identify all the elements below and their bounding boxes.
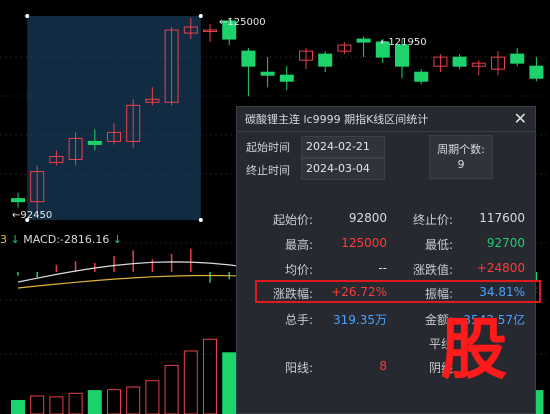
volume-bar <box>222 352 237 414</box>
start-price-value: 92800 <box>348 211 387 225</box>
selection-handle <box>198 218 203 222</box>
volume-bar <box>30 395 45 414</box>
avg-price-value: -- <box>378 261 387 275</box>
volume-bar <box>11 400 25 414</box>
candle-body <box>452 56 467 67</box>
amplitude-value: 34.81% <box>479 285 525 299</box>
candle-body <box>241 50 256 67</box>
high-value: 125000 <box>341 236 387 250</box>
candle-body <box>87 140 102 145</box>
candle-body <box>260 71 275 76</box>
volume-bar <box>107 389 121 414</box>
low-value: 92700 <box>486 236 525 250</box>
selection-handle <box>198 14 203 18</box>
volume-bar <box>183 350 198 414</box>
candle-body <box>356 38 371 43</box>
change-value: +24800 <box>476 261 525 275</box>
candle-body <box>510 53 525 64</box>
candle-body <box>318 53 333 67</box>
candle-body <box>414 71 429 82</box>
close-icon[interactable]: ✕ <box>514 111 527 127</box>
start-time-field[interactable]: 2024-02-21 <box>301 136 385 158</box>
volume-bar <box>68 392 83 414</box>
volume-bar <box>164 364 179 414</box>
change-pct-value: +26.72% <box>331 285 387 299</box>
volume-bar <box>49 396 64 414</box>
period-count-value: 9 <box>457 158 465 171</box>
end-time-label: 终止时间 <box>246 164 290 177</box>
period-count-box: 周期个数: 9 <box>429 135 493 179</box>
candle-body <box>529 65 544 79</box>
price-marker-low: ←92450 <box>12 210 53 221</box>
price-marker-mid-high: ←121950 <box>380 37 427 48</box>
macd-readout: 3 ↓ MACD:-2816.16 ↓ <box>0 233 123 246</box>
volume-bar <box>87 390 102 414</box>
candle-body <box>279 74 294 82</box>
period-count-label: 周期个数: <box>437 143 485 156</box>
volume-bar <box>126 386 141 414</box>
volume-bar <box>145 380 160 414</box>
candle-body <box>395 44 409 67</box>
up-count-value: 8 <box>379 359 387 373</box>
panel-header: 碳酸锂主连 lc9999 期指K线区间统计 ✕ <box>237 107 535 132</box>
start-time-label: 起始时间 <box>246 141 290 154</box>
panel-title: 碳酸锂主连 lc9999 期指K线区间统计 <box>245 113 429 126</box>
selection-handle <box>25 14 30 18</box>
turnover-value: 319.35万 <box>333 313 387 327</box>
volume-bar <box>203 338 217 414</box>
end-time-field[interactable]: 2024-03-04 <box>301 158 385 180</box>
selection-region <box>27 16 201 220</box>
end-price-value: 117600 <box>479 211 525 225</box>
price-marker-high: ←125000 <box>219 17 266 28</box>
candle-body <box>11 198 25 203</box>
gu-watermark-logo: 股 <box>441 310 507 388</box>
